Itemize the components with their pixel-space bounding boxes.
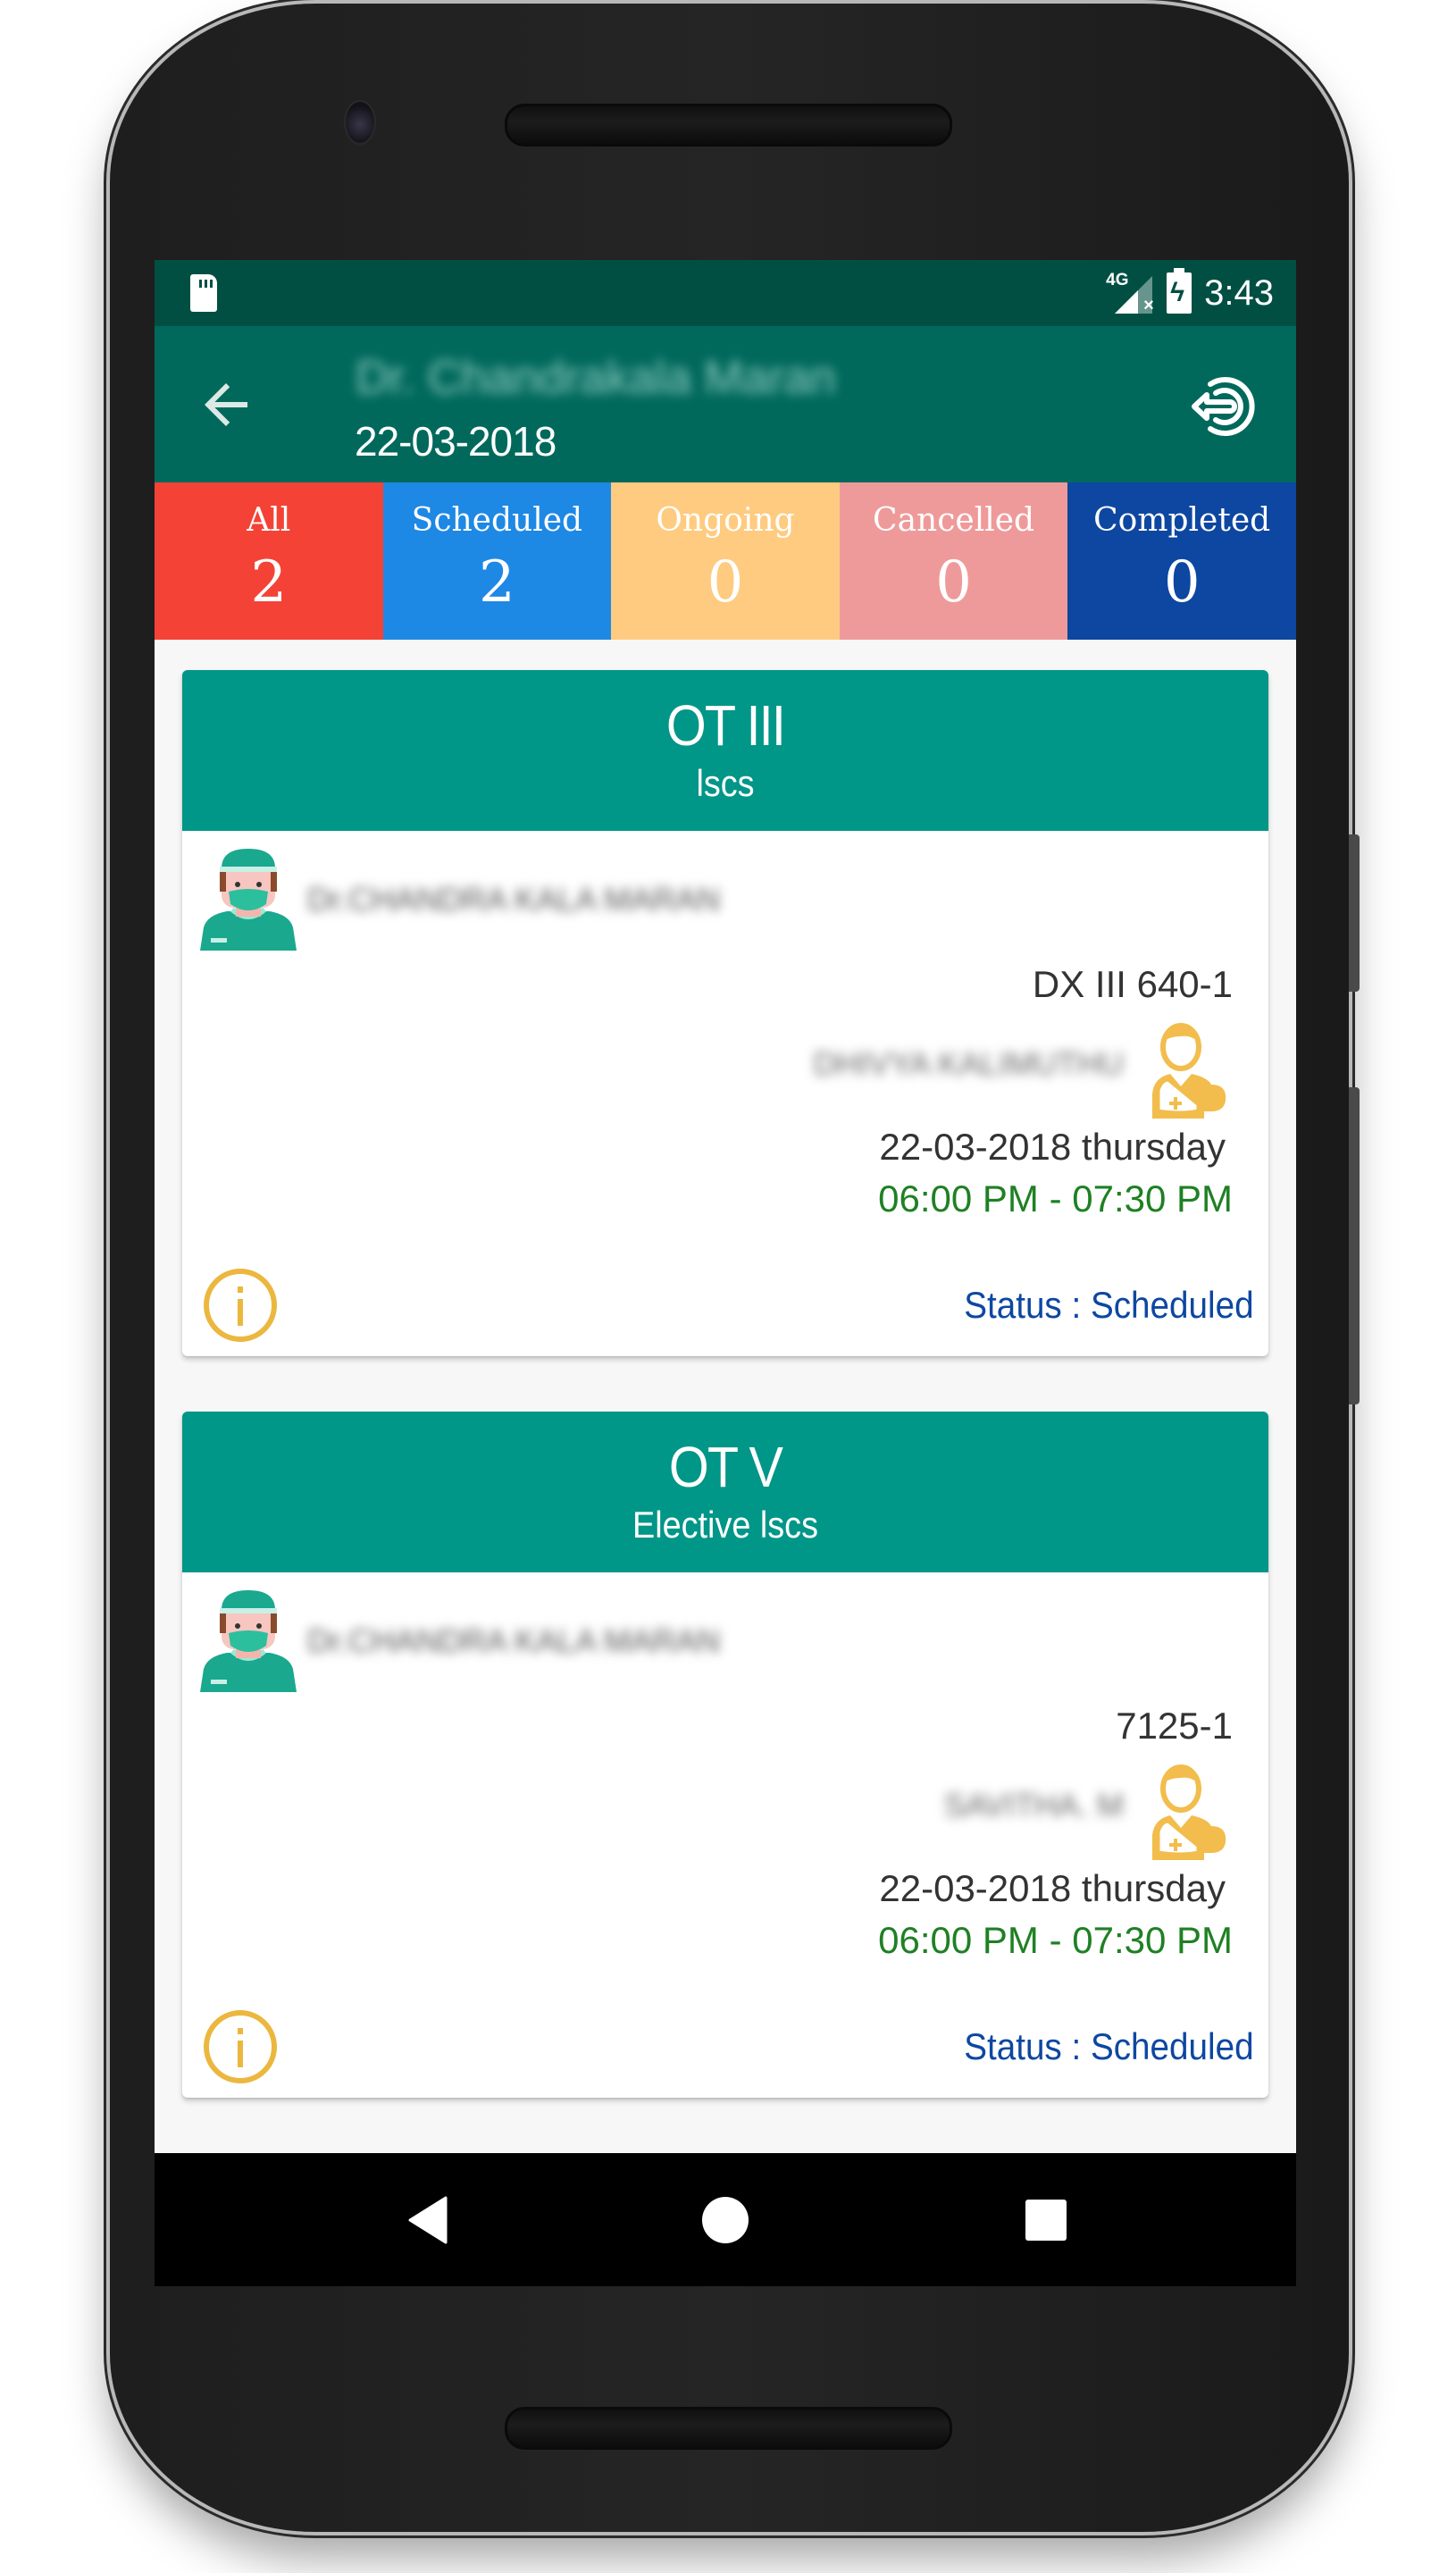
procedure-name: Elective lscs <box>632 1504 818 1546</box>
tab-count: 0 <box>935 549 972 616</box>
patient-icon <box>1152 1023 1226 1119</box>
triangle-back-icon <box>408 2196 448 2244</box>
volume-button <box>1349 1087 1360 1404</box>
surgery-card[interactable]: OT V Elective lscs Dr.CHANDRA KALA MARAN… <box>182 1412 1268 2098</box>
surgery-date: 22-03-2018 thursday <box>879 1867 1226 1909</box>
case-number: 7125-1 <box>1116 1705 1233 1747</box>
back-button[interactable] <box>190 369 262 440</box>
arrow-left-icon <box>205 383 247 426</box>
logout-icon <box>1192 377 1255 436</box>
theatre-name: OT III <box>665 693 786 758</box>
surgery-date: 22-03-2018 thursday <box>879 1126 1226 1168</box>
app-bar: Dr. Chandrakala Maran 22-03-2018 <box>155 326 1296 482</box>
system-nav-bar <box>155 2153 1296 2286</box>
square-recents-icon <box>1025 2200 1067 2241</box>
status-label: Status : Scheduled <box>964 1284 1254 1326</box>
tab-label: All <box>247 502 291 539</box>
surgeon-icon <box>200 849 297 951</box>
patient-name: DHIVYA KALIMUTHU <box>813 1045 1124 1082</box>
status-label: Status : Scheduled <box>964 2025 1254 2067</box>
tab-label: Scheduled <box>411 502 583 539</box>
theatre-name: OT V <box>668 1435 783 1499</box>
tab-ongoing[interactable]: Ongoing 0 <box>611 482 840 640</box>
sd-card-icon <box>190 274 217 312</box>
info-icon[interactable] <box>202 2008 279 2085</box>
card-header: OT III lscs <box>182 670 1268 831</box>
doctor-name: Dr.CHANDRA KALA MARAN <box>307 1622 721 1659</box>
tab-completed[interactable]: Completed 0 <box>1067 482 1296 640</box>
tab-count: 2 <box>479 549 515 616</box>
nav-back-button[interactable] <box>397 2189 460 2251</box>
bottom-speaker <box>505 2407 952 2450</box>
surgery-time: 06:00 PM - 07:30 PM <box>878 1919 1233 1961</box>
screen: 4G × ϟ 3:43 Dr. Chandrakala Maran 22-03-… <box>155 260 1296 2286</box>
tab-count: 0 <box>707 549 744 616</box>
tab-count: 2 <box>250 549 288 616</box>
tab-count: 0 <box>1163 549 1201 616</box>
case-number: DX III 640-1 <box>1032 963 1233 1005</box>
clock: 3:43 <box>1204 272 1274 313</box>
patient-name: SAVITHA. M <box>943 1787 1124 1823</box>
tab-scheduled[interactable]: Scheduled 2 <box>382 482 612 640</box>
selected-date: 22-03-2018 <box>355 418 556 465</box>
tab-cancelled[interactable]: Cancelled 0 <box>839 482 1068 640</box>
procedure-name: lscs <box>696 762 755 804</box>
surgery-card[interactable]: OT III lscs Dr.CHANDRA KALA MARAN DX III… <box>182 670 1268 1356</box>
circle-home-icon <box>702 2197 749 2243</box>
doctor-name: Dr.CHANDRA KALA MARAN <box>307 881 721 918</box>
tab-label: Ongoing <box>656 502 795 539</box>
top-speaker <box>505 104 952 147</box>
tab-all[interactable]: All 2 <box>155 482 383 640</box>
patient-icon <box>1152 1764 1226 1860</box>
logout-button[interactable] <box>1177 362 1267 451</box>
status-bar: 4G × ϟ 3:43 <box>155 260 1296 326</box>
doctor-title: Dr. Chandrakala Maran <box>356 352 836 404</box>
signal-icon: 4G × <box>1106 271 1154 315</box>
battery-charging-icon: ϟ <box>1167 268 1192 314</box>
surgery-time: 06:00 PM - 07:30 PM <box>878 1178 1233 1219</box>
tab-label: Completed <box>1093 502 1271 539</box>
status-filter-tabs: All 2 Scheduled 2 Ongoing 0 Cancelled 0 … <box>155 482 1296 640</box>
power-button <box>1349 834 1360 992</box>
tab-label: Cancelled <box>873 502 1035 539</box>
front-camera <box>344 100 376 145</box>
nav-home-button[interactable] <box>694 2189 757 2251</box>
surgeon-icon <box>200 1590 297 1692</box>
info-icon[interactable] <box>202 1267 279 1344</box>
nav-recents-button[interactable] <box>1015 2189 1077 2251</box>
card-header: OT V Elective lscs <box>182 1412 1268 1572</box>
